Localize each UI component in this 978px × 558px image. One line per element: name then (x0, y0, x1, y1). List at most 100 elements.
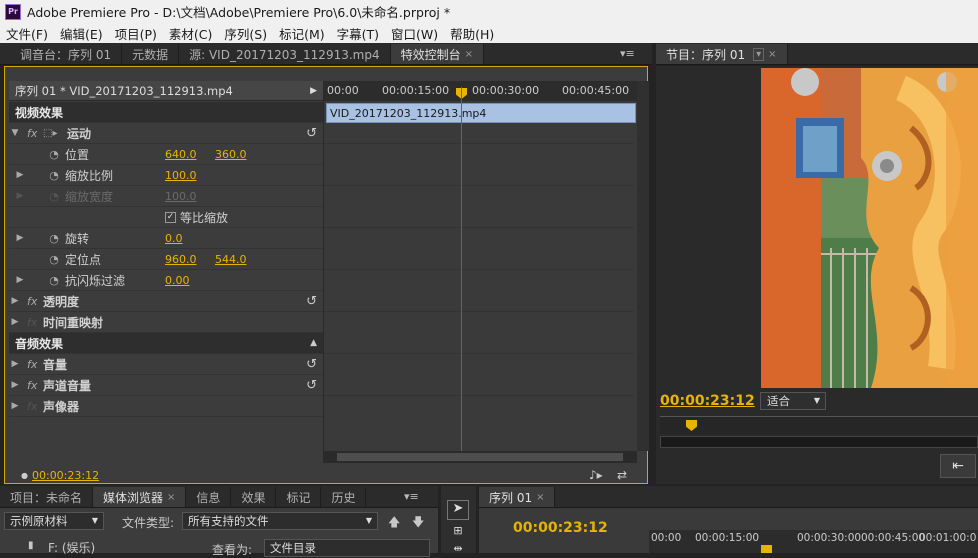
tab-info[interactable]: 信息 (186, 487, 232, 507)
chevron-right-icon[interactable]: ▶ (9, 317, 21, 327)
selection-tool-icon[interactable]: ➤ (447, 500, 469, 520)
timeline-ruler[interactable]: 00:00 00:00:15:00 00:00:30:00 00:00:45:0… (649, 530, 978, 553)
chevron-right-icon[interactable]: ▶ (9, 296, 21, 306)
rotation-value[interactable]: 0.0 (165, 232, 183, 245)
fx-icon[interactable]: fx (27, 295, 43, 308)
channel-volume-row[interactable]: ▶ fx 声道音量 ↺ (9, 375, 323, 396)
reset-icon[interactable]: ↺ (306, 294, 317, 309)
panel-menu-icon[interactable]: ▾≡ (620, 47, 635, 60)
transform-box-icon[interactable]: ⬚▸ (43, 128, 61, 139)
stopwatch-icon[interactable]: ◔ (47, 253, 61, 266)
tab-metadata[interactable]: 元数据 (122, 44, 180, 64)
drive-label[interactable]: F: (娱乐) (48, 539, 95, 556)
menu-help[interactable]: 帮助(H) (444, 24, 500, 43)
tab-project[interactable]: 项目：未命名 (0, 487, 94, 507)
show-dropdown[interactable]: 示例原材料 ▼ (4, 512, 104, 530)
fx-icon[interactable]: fx (27, 358, 43, 371)
menu-marker[interactable]: 标记(M) (273, 24, 331, 43)
stopwatch-icon[interactable]: ◔ (47, 148, 61, 161)
arrow-up-icon[interactable]: 🡅 (388, 513, 400, 534)
menu-project[interactable]: 项目(P) (109, 24, 163, 43)
fx-icon[interactable]: fx (27, 127, 43, 140)
program-panel-tabs: 节目：序列 01 ▾ × (656, 43, 978, 65)
panel-menu-icon[interactable]: ▾≡ (404, 490, 419, 503)
playhead-line[interactable] (461, 87, 462, 453)
anti-flicker-value[interactable]: 0.00 (165, 274, 190, 287)
panner-row[interactable]: ▶ fx 声像器 (9, 396, 323, 417)
opacity-row[interactable]: ▶ fx 透明度 ↺ (9, 291, 323, 312)
close-icon[interactable]: × (465, 49, 473, 60)
tab-source[interactable]: 源: VID_20171203_112913.mp4 (179, 44, 391, 64)
chevron-right-icon[interactable]: ▶ (9, 170, 31, 180)
tab-markers[interactable]: 标记 (276, 487, 322, 507)
tab-effects[interactable]: 效果 (231, 487, 277, 507)
scrollbar-thumb[interactable] (337, 453, 623, 461)
menu-window[interactable]: 窗口(W) (385, 24, 444, 43)
stopwatch-icon[interactable]: ◔ (47, 232, 61, 245)
time-ruler[interactable]: 00:00 00:00:15:00 00:00:30:00 00:00:45:0… (324, 81, 637, 101)
playhead-marker[interactable] (686, 420, 697, 431)
stopwatch-icon[interactable]: ◔ (47, 169, 61, 182)
anchor-y-value[interactable]: 544.0 (215, 253, 247, 266)
close-icon[interactable]: × (536, 492, 544, 503)
chevron-right-icon[interactable]: ▶ (9, 233, 31, 243)
reset-icon[interactable]: ↺ (306, 126, 317, 141)
divider (324, 143, 634, 144)
anchor-x-value[interactable]: 960.0 (165, 253, 197, 266)
reset-icon[interactable]: ↺ (306, 378, 317, 393)
effect-timeline[interactable]: 00:00 00:00:15:00 00:00:30:00 00:00:45:0… (323, 81, 637, 463)
show-value: 示例原材料 (10, 514, 68, 528)
sequence-clip-header[interactable]: 序列 01 * VID_20171203_112913.mp4 ▶ (9, 81, 323, 101)
tab-audio-mixer[interactable]: 调音台：序列 01 (0, 44, 123, 64)
menu-edit[interactable]: 编辑(E) (54, 24, 109, 43)
tab-sequence[interactable]: 序列 01 × (479, 487, 556, 507)
position-x-value[interactable]: 640.0 (165, 148, 197, 161)
audio-toggle-icon[interactable]: ♪▸ (589, 468, 603, 482)
menu-sequence[interactable]: 序列(S) (218, 24, 273, 43)
effect-timecode[interactable]: 00:00:23:12 (32, 469, 99, 482)
chevron-down-icon[interactable]: ▾ (753, 47, 765, 61)
chevron-right-icon[interactable]: ▶ (310, 86, 317, 96)
menu-title[interactable]: 字幕(T) (331, 24, 385, 43)
close-icon[interactable]: × (768, 49, 776, 60)
program-timecode[interactable]: 00:00:23:12 (660, 393, 755, 409)
project-panel-tabs: 项目：未命名 媒体浏览器 × 信息 效果 标记 历史 ▾≡ (0, 486, 438, 508)
chevron-right-icon[interactable]: ▶ (9, 380, 21, 390)
volume-row[interactable]: ▶ fx 音量 ↺ (9, 354, 323, 375)
motion-row[interactable]: ▼ fx ⬚▸ 运动 ↺ (9, 123, 323, 144)
tab-history[interactable]: 历史 (321, 487, 367, 507)
time-remap-row[interactable]: ▶ fx 时间重映射 (9, 312, 323, 333)
tab-media-browser[interactable]: 媒体浏览器 × (93, 487, 187, 507)
clip-bar[interactable]: VID_20171203_112913.mp4 (326, 103, 636, 123)
close-icon[interactable]: × (167, 492, 175, 503)
chevron-down-icon[interactable]: ▼ (9, 128, 21, 138)
uniform-scale-checkbox[interactable]: ✓ (165, 211, 176, 223)
timeline-timecode[interactable]: 00:00:23:12 (513, 520, 608, 536)
stopwatch-icon[interactable]: ◔ (47, 274, 61, 287)
chevron-right-icon[interactable]: ▶ (9, 359, 21, 369)
chevron-right-icon[interactable]: ▶ (9, 401, 21, 411)
playhead-marker[interactable] (761, 545, 772, 553)
position-y-value[interactable]: 360.0 (215, 148, 247, 161)
tab-effect-controls[interactable]: 特效控制台 × (390, 44, 485, 64)
view-as-dropdown[interactable]: 文件目录 (264, 539, 430, 557)
go-to-in-point-button[interactable]: ⇤ (940, 454, 976, 478)
fx-icon[interactable]: fx (27, 379, 43, 392)
track-select-tool-icon[interactable]: ⊞ (447, 524, 469, 538)
fit-dropdown[interactable]: 适合 ▼ (760, 392, 826, 410)
program-zoom-bar[interactable] (660, 436, 978, 448)
loop-icon[interactable]: ⇄ (617, 468, 627, 482)
vertical-scrollbar[interactable] (637, 81, 649, 451)
arrow-down-icon[interactable]: 🡇 (412, 513, 424, 534)
scale-value[interactable]: 100.0 (165, 169, 197, 182)
tab-program[interactable]: 节目：序列 01 ▾ × (656, 44, 788, 64)
program-ruler[interactable] (660, 416, 978, 434)
file-type-dropdown[interactable]: 所有支持的文件 ▼ (182, 512, 378, 530)
chevron-right-icon[interactable]: ▶ (9, 275, 31, 285)
horizontal-scrollbar[interactable] (323, 451, 637, 463)
collapse-icon[interactable]: ▲ (310, 338, 317, 348)
menu-clip[interactable]: 素材(C) (163, 24, 218, 43)
ripple-edit-tool-icon[interactable]: ⇹ (447, 542, 469, 555)
reset-icon[interactable]: ↺ (306, 357, 317, 372)
menu-file[interactable]: 文件(F) (0, 24, 54, 43)
